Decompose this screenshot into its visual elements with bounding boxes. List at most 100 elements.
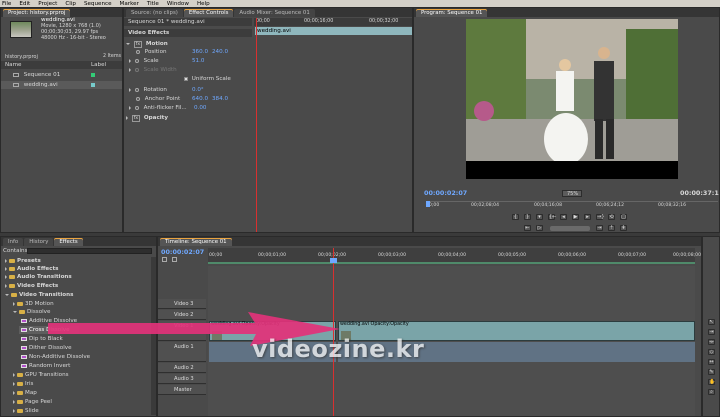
project-item-sequence[interactable]: Sequence 01 bbox=[1, 71, 122, 79]
track-audio-1[interactable]: Audio 1 bbox=[158, 342, 206, 362]
next-edit-button[interactable]: ⇥ bbox=[596, 225, 603, 231]
tab-program[interactable]: Program: Sequence 01 bbox=[416, 9, 488, 17]
expand-icon[interactable] bbox=[129, 87, 131, 92]
lift-button[interactable]: ⇡ bbox=[608, 225, 615, 231]
effects-search-input[interactable] bbox=[27, 248, 152, 254]
razor-tool-icon[interactable]: ◇ bbox=[708, 349, 715, 355]
program-timecode[interactable]: 00:00:02:07 bbox=[424, 189, 467, 197]
zoom-tool-icon[interactable]: ⌕ bbox=[708, 389, 715, 395]
menu-project[interactable]: Project bbox=[38, 1, 57, 7]
track-video-1[interactable]: Video 1 bbox=[158, 321, 206, 341]
track-master[interactable]: Master bbox=[158, 385, 206, 395]
stopwatch-icon[interactable] bbox=[136, 96, 140, 101]
timeline-playhead-marker[interactable] bbox=[330, 258, 337, 263]
stopwatch-icon[interactable] bbox=[134, 58, 139, 63]
go-to-in-button[interactable]: {← bbox=[548, 214, 556, 220]
step-forward-button[interactable]: ▸ bbox=[584, 214, 591, 220]
track-video-3[interactable]: Video 3 bbox=[158, 299, 206, 309]
expand-icon[interactable] bbox=[5, 283, 7, 288]
effects-item-page-peel[interactable]: Page Peel bbox=[13, 398, 52, 406]
play-button[interactable]: ▶ bbox=[572, 214, 579, 220]
menu-marker[interactable]: Marker bbox=[120, 1, 139, 7]
menu-file[interactable]: File bbox=[2, 1, 11, 7]
timeline-timecode[interactable]: 00:00:02:07 bbox=[161, 248, 204, 256]
effects-item-audio-effects[interactable]: Audio Effects bbox=[5, 265, 59, 273]
anchor-y-value[interactable]: 384.0 bbox=[212, 95, 228, 103]
tab-effect-controls[interactable]: Effect Controls bbox=[183, 9, 234, 17]
loop-button[interactable]: ⟲ bbox=[608, 214, 615, 220]
stopwatch-icon[interactable] bbox=[134, 105, 139, 110]
col-label[interactable]: Label bbox=[91, 61, 106, 69]
timeline-playhead[interactable] bbox=[333, 248, 334, 416]
opacity-row[interactable]: fx Opacity bbox=[126, 114, 168, 122]
expand-icon[interactable] bbox=[13, 399, 15, 404]
effects-item-presets[interactable]: Presets bbox=[5, 257, 41, 265]
marker-button[interactable]: ▾ bbox=[536, 214, 543, 220]
expand-icon[interactable] bbox=[5, 258, 7, 263]
effect-playhead[interactable] bbox=[256, 18, 257, 232]
position-y-value[interactable]: 240.0 bbox=[212, 48, 228, 56]
step-back-button[interactable]: ◂ bbox=[560, 214, 567, 220]
effects-item-dip-to-black[interactable]: Dip to Black bbox=[21, 335, 63, 343]
expand-icon[interactable] bbox=[129, 58, 131, 63]
expand-icon[interactable] bbox=[13, 372, 15, 377]
expand-icon[interactable] bbox=[129, 105, 131, 110]
effect-clip-bar[interactable]: wedding.avi bbox=[255, 27, 412, 35]
expand-icon[interactable] bbox=[5, 266, 7, 271]
play-in-out-button[interactable]: ▷ bbox=[536, 225, 543, 231]
slip-tool-icon[interactable]: ↔ bbox=[708, 359, 715, 365]
snap-icon[interactable] bbox=[162, 257, 167, 262]
go-to-out-button[interactable]: →} bbox=[596, 214, 604, 220]
stopwatch-icon[interactable] bbox=[136, 49, 140, 54]
tab-effects[interactable]: Effects bbox=[54, 238, 83, 246]
timeline-ruler[interactable]: 00;00 00;00;01;00 00;00;02;00 00;00;03;0… bbox=[208, 248, 701, 264]
rotation-value[interactable]: 0.0° bbox=[192, 86, 204, 94]
effects-item-video-effects[interactable]: Video Effects bbox=[5, 282, 58, 290]
marker-icon[interactable] bbox=[172, 257, 177, 262]
col-name[interactable]: Name bbox=[5, 62, 22, 68]
stopwatch-icon[interactable] bbox=[134, 87, 139, 92]
mark-in-button[interactable]: { bbox=[512, 214, 519, 220]
tab-history[interactable]: History bbox=[24, 238, 54, 246]
effects-item-3d-motion[interactable]: 3D Motion bbox=[13, 300, 54, 308]
effects-item-audio-transitions[interactable]: Audio Transitions bbox=[5, 273, 72, 281]
tab-info[interactable]: Info bbox=[3, 238, 24, 246]
motion-row[interactable]: fx Motion bbox=[126, 40, 168, 48]
effects-item-dissolve[interactable]: Dissolve bbox=[13, 308, 50, 316]
effects-item-additive-dissolve[interactable]: Additive Dissolve bbox=[21, 317, 77, 325]
tab-source[interactable]: Source: (no clips) bbox=[126, 9, 183, 17]
program-zoom-select[interactable]: 75% bbox=[562, 190, 582, 197]
anti-flicker-value[interactable]: 0.00 bbox=[194, 104, 206, 112]
effects-item-non-additive-dissolve[interactable]: Non-Additive Dissolve bbox=[21, 353, 90, 361]
expand-icon[interactable] bbox=[13, 301, 15, 306]
expand-icon[interactable] bbox=[13, 390, 15, 395]
effects-item-cross-dissolve[interactable]: Cross Dissolve bbox=[19, 326, 79, 334]
effects-item-dither-dissolve[interactable]: Dither Dissolve bbox=[21, 344, 72, 352]
selection-tool-icon[interactable]: ↖ bbox=[708, 319, 715, 325]
effects-item-random-invert[interactable]: Random Invert bbox=[21, 362, 70, 370]
shuttle-slider[interactable] bbox=[550, 226, 590, 231]
expand-icon[interactable] bbox=[5, 274, 7, 279]
effects-item-video-transitions[interactable]: Video Transitions bbox=[5, 291, 73, 299]
effects-item-map[interactable]: Map bbox=[13, 389, 37, 397]
safe-margins-button[interactable]: ▢ bbox=[620, 214, 627, 220]
position-x-value[interactable]: 360.0 bbox=[192, 48, 208, 56]
collapse-icon[interactable] bbox=[13, 310, 17, 313]
expand-icon[interactable] bbox=[13, 381, 15, 386]
menu-sequence[interactable]: Sequence bbox=[84, 1, 112, 7]
menu-window[interactable]: Window bbox=[167, 1, 189, 7]
program-ruler[interactable]: 00;00 00;02;08;04 00;04;16;08 00;06;24;1… bbox=[426, 201, 718, 210]
scale-value[interactable]: 51.0 bbox=[192, 57, 204, 65]
pen-tool-icon[interactable]: ✎ bbox=[708, 369, 715, 375]
track-audio-3[interactable]: Audio 3 bbox=[158, 374, 206, 384]
expand-icon[interactable] bbox=[126, 42, 130, 45]
effects-item-slide[interactable]: Slide bbox=[13, 407, 39, 415]
anchor-x-value[interactable]: 640.0 bbox=[192, 95, 208, 103]
menu-edit[interactable]: Edit bbox=[19, 1, 30, 7]
program-playhead-marker[interactable] bbox=[426, 201, 430, 207]
effects-item-gpu-transitions[interactable]: GPU Transitions bbox=[13, 371, 69, 379]
menu-clip[interactable]: Clip bbox=[65, 1, 76, 7]
track-audio-2[interactable]: Audio 2 bbox=[158, 363, 206, 373]
extract-button[interactable]: ⇞ bbox=[620, 225, 627, 231]
effects-item-iris[interactable]: Iris bbox=[13, 380, 33, 388]
